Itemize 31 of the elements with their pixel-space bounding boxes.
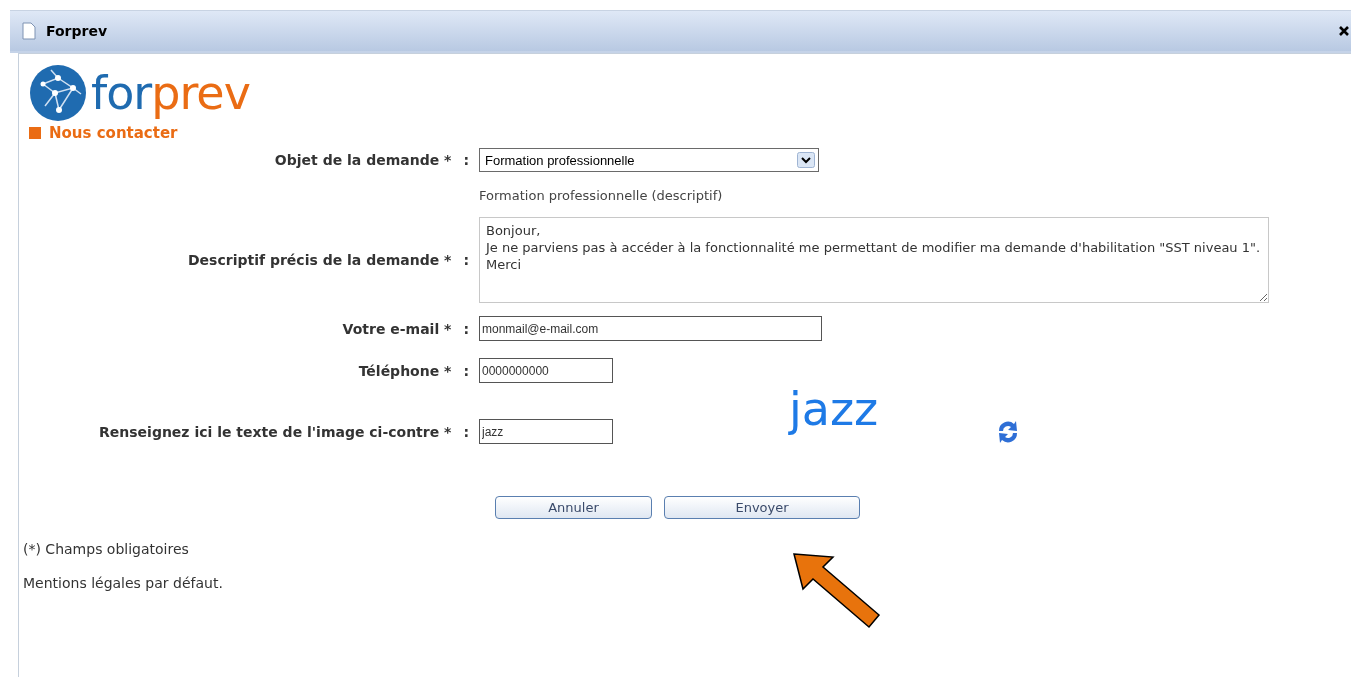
required-fields-note: (*) Champs obligatoires: [23, 541, 190, 557]
phone-field[interactable]: 0000000000: [479, 358, 613, 383]
separator: :: [463, 320, 469, 337]
separator: :: [463, 152, 469, 168]
close-icon[interactable]: [1339, 25, 1349, 37]
captcha-field[interactable]: jazz: [479, 419, 613, 444]
field-label: Téléphone *: [358, 362, 452, 379]
field-label: Objet de la demande *: [274, 152, 452, 168]
description-field[interactable]: Bonjour, Je ne parviens pas à accéder à la fonctionnalité me permettant de modifier ma demande d'habilitation "SST niveau 1". Merci: [479, 217, 1269, 303]
separator: :: [463, 252, 469, 268]
separator: :: [463, 362, 469, 379]
email-field[interactable]: monmail@e-mail.com: [479, 316, 822, 341]
subject-description: Formation professionnelle (descriptif): [479, 188, 723, 203]
field-label: Renseignez ici le texte de l'image ci-contre *: [99, 423, 452, 440]
cancel-button[interactable]: Annuler: [495, 496, 652, 519]
globe-icon: [29, 64, 87, 122]
logo-text: prev: [151, 66, 250, 120]
subject-dropdown[interactable]: Formation professionnelle: [479, 148, 819, 172]
square-icon: [29, 127, 41, 139]
separator: :: [463, 423, 469, 440]
logo-text: for: [91, 66, 152, 120]
send-button[interactable]: Envoyer: [664, 496, 860, 519]
section-title: Nous contacter: [49, 124, 178, 142]
legal-notice: Mentions légales par défaut.: [23, 575, 224, 591]
window-title: Forprev: [46, 23, 108, 39]
chevron-down-icon: [797, 152, 815, 168]
arrow-icon: [791, 551, 883, 631]
field-label: Votre e-mail *: [342, 320, 452, 337]
captcha-image: jazz: [789, 383, 879, 435]
document-icon: [22, 22, 36, 40]
field-label: Descriptif précis de la demande *: [188, 252, 452, 268]
